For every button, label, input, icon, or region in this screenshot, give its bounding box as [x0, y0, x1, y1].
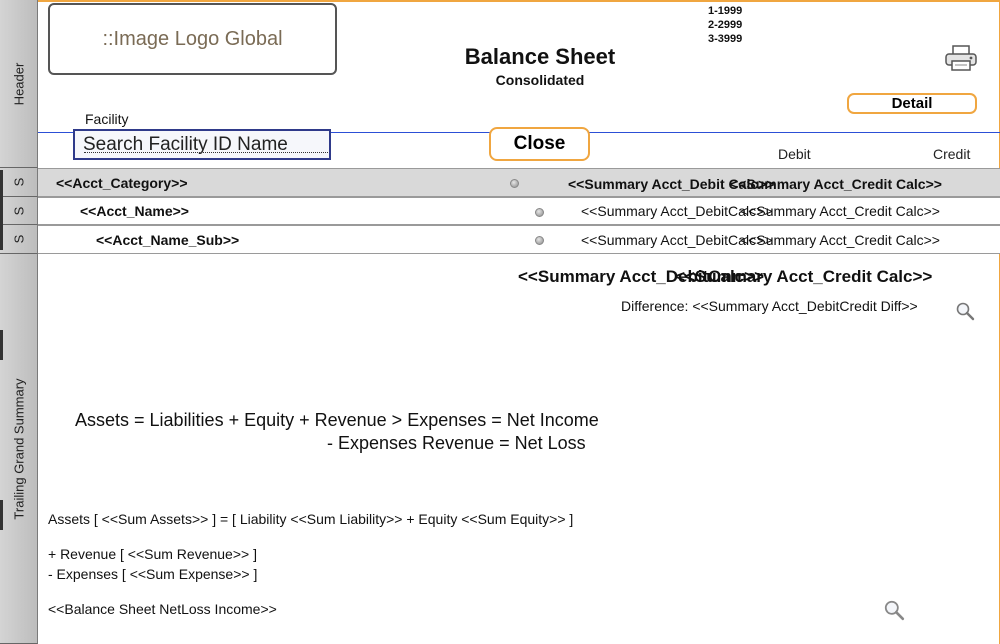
report-subtitle: Consolidated — [495, 72, 585, 88]
part-label-subsummary-1: S — [0, 168, 38, 197]
account-ranges: 1-1999 2-2999 3-3999 — [708, 4, 742, 46]
part-edge-marker — [0, 500, 3, 530]
radio-dot-icon — [510, 179, 519, 188]
part-label-subsummary-2: S — [0, 197, 38, 225]
acct-category-field[interactable]: <<Acct_Category>> — [56, 175, 188, 191]
name-sub-credit-summary: <<Summary Acct_Credit Calc>> — [740, 232, 940, 248]
category-credit-summary: <<Summary Acct_Credit Calc>> — [730, 176, 942, 192]
facility-search-input[interactable] — [73, 129, 331, 160]
accounting-equation-line-2: - Expenses Revenue = Net Loss — [327, 433, 586, 453]
grand-credit-summary: <<Summary Acct_Credit Calc>> — [675, 267, 933, 286]
range-2: 2-2999 — [708, 19, 743, 31]
magnifier-icon[interactable] — [883, 599, 905, 621]
range-1: 1-1999 — [708, 5, 743, 17]
report-title: Balance Sheet — [464, 44, 616, 69]
part-label-header: Header — [0, 0, 38, 168]
part-label-subsummary-3: S — [0, 225, 38, 254]
part-edge-marker — [0, 330, 3, 360]
difference-field: Difference: <<Summary Acct_DebitCredit D… — [621, 298, 918, 314]
debit-column-header: Debit — [778, 146, 811, 162]
radio-dot-icon — [535, 236, 544, 245]
expenses-line: - Expenses [ <<Sum Expense>> ] — [48, 566, 258, 582]
radio-dot-icon — [535, 208, 544, 217]
part-label-s-text: S — [11, 234, 26, 244]
credit-column-header: Credit — [933, 146, 971, 162]
assets-equation-line: Assets [ <<Sum Assets>> ] = [ Liability … — [48, 511, 574, 527]
name-credit-summary: <<Summary Acct_Credit Calc>> — [740, 203, 940, 219]
part-label-s-text: S — [11, 177, 26, 187]
magnifier-icon[interactable] — [955, 301, 975, 321]
accounting-equation-line-1: Assets = Liabilities + Equity + Revenue … — [75, 410, 599, 430]
close-button[interactable]: Close — [489, 127, 590, 161]
printer-icon[interactable] — [944, 44, 978, 72]
range-3: 3-3999 — [708, 33, 743, 45]
acct-name-field[interactable]: <<Acct_Name>> — [80, 203, 189, 219]
part-label-trailing-text: Trailing Grand Summary — [11, 377, 26, 520]
logo-placeholder: ::Image Logo Global — [48, 3, 337, 75]
netloss-income-line: <<Balance Sheet NetLoss Income>> — [48, 601, 277, 617]
acct-name-sub-field[interactable]: <<Acct_Name_Sub>> — [96, 232, 239, 248]
part-label-trailing-grand-summary: Trailing Grand Summary — [0, 254, 38, 644]
part-label-header-text: Header — [11, 62, 26, 105]
facility-label: Facility — [85, 111, 129, 127]
detail-button[interactable]: Detail — [847, 93, 977, 114]
revenue-line: + Revenue [ <<Sum Revenue>> ] — [48, 546, 257, 562]
search-underline — [84, 152, 328, 153]
part-label-s-text: S — [11, 206, 26, 215]
logo-text: ::Image Logo Global — [102, 27, 283, 50]
part-edge-marker — [0, 170, 3, 250]
